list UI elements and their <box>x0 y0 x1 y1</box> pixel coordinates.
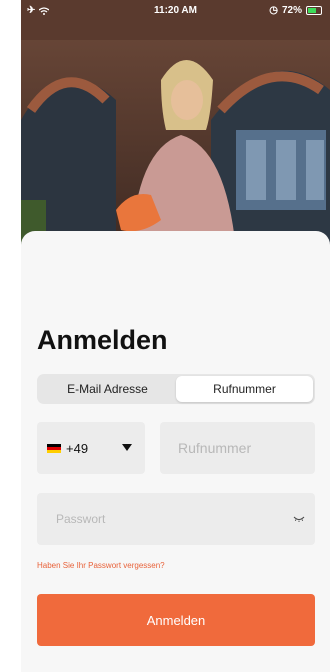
forgot-password-link[interactable]: Haben Sie Ihr Passwort vergessen? <box>37 561 165 570</box>
germany-flag-icon <box>47 443 61 453</box>
page-title: Anmelden <box>37 325 168 355</box>
eye-closed-icon[interactable] <box>293 512 305 524</box>
status-right: ◷ 72% <box>269 5 322 16</box>
country-code-value: +49 <box>66 440 89 456</box>
battery-percent: 72% <box>281 5 302 16</box>
password-placeholder: Passwort <box>56 512 106 526</box>
chevron-down-icon <box>122 444 132 451</box>
status-bar: ✈ 11:20 AM ◷ 72% <box>21 0 330 22</box>
alarm-icon: ◷ <box>269 5 278 16</box>
battery-icon <box>306 6 322 15</box>
hero-image <box>21 0 330 250</box>
login-button[interactable]: Anmelden <box>37 594 315 646</box>
password-input[interactable]: Passwort <box>37 493 315 545</box>
phone-number-input[interactable]: Rufnummer <box>160 422 315 474</box>
country-code-select[interactable]: +49 <box>37 422 145 474</box>
login-sheet: Anmelden E-Mail Adresse Rufnummer +49 Ru… <box>21 231 330 672</box>
tab-email[interactable]: E-Mail Adresse <box>39 376 176 402</box>
phone-placeholder: Rufnummer <box>178 440 252 456</box>
tab-phone[interactable]: Rufnummer <box>176 376 313 402</box>
app-frame: ✈ 11:20 AM ◷ 72% Anmelden E-Mail Adresse… <box>21 0 330 672</box>
login-method-segmented-control: E-Mail Adresse Rufnummer <box>37 374 315 404</box>
